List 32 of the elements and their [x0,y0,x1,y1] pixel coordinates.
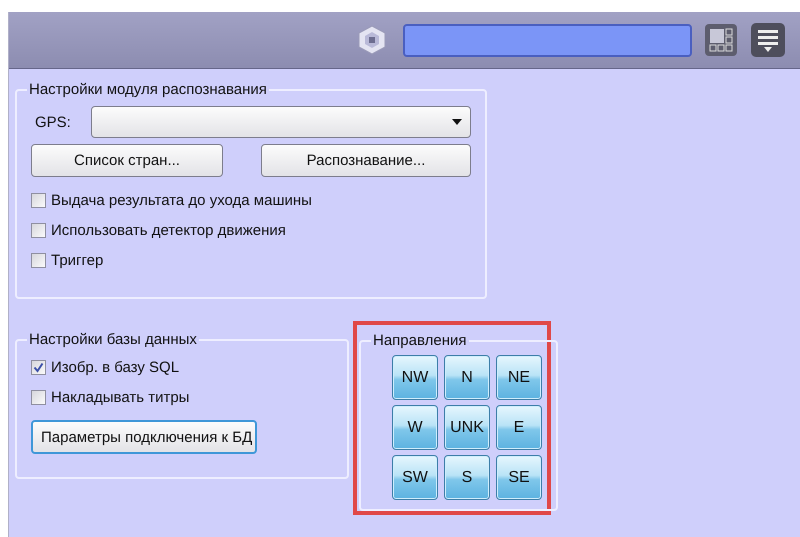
checkbox-label: Выдача результата до ухода машины [51,192,312,208]
checkbox-label: Использовать детектор движения [51,222,286,238]
checkbox[interactable] [31,192,46,208]
checkbox[interactable] [31,222,46,238]
dialog-button[interactable]: Список стран... [31,144,223,177]
layout-grid-icon[interactable] [704,23,738,57]
group-title: Направления [372,332,468,349]
dialog-button[interactable]: Распознавание... [261,144,471,177]
connection-settings-button[interactable]: Параметры подключения к БД [31,420,257,454]
direction-button[interactable]: NE [496,355,542,400]
gps-dropdown[interactable] [90,106,471,138]
checkbox-label: Триггер [51,252,104,268]
direction-button[interactable]: S [444,455,490,500]
dropdown-arrow-icon [452,119,462,125]
direction-button[interactable]: UNK [444,405,490,450]
direction-button[interactable]: SE [496,455,542,500]
menu-icon[interactable] [750,22,786,58]
direction-button[interactable]: E [496,405,542,450]
group-title: Настройки базы данных [28,331,198,348]
gps-label: GPS: [35,114,71,130]
input-field[interactable] [403,24,692,56]
direction-button[interactable]: W [392,405,438,450]
direction-button[interactable]: SW [392,455,438,500]
hexagon-icon[interactable] [357,25,387,55]
checkbox[interactable] [31,252,46,268]
group-title: Настройки модуля распознавания [28,81,268,98]
checkbox-label: Накладывать титры [51,388,190,406]
checkbox[interactable] [31,360,46,374]
direction-button[interactable]: N [444,355,490,400]
checkbox-label: Изобр. в базу SQL [51,358,180,376]
direction-button[interactable]: NW [392,355,438,400]
checkbox[interactable] [31,390,46,404]
